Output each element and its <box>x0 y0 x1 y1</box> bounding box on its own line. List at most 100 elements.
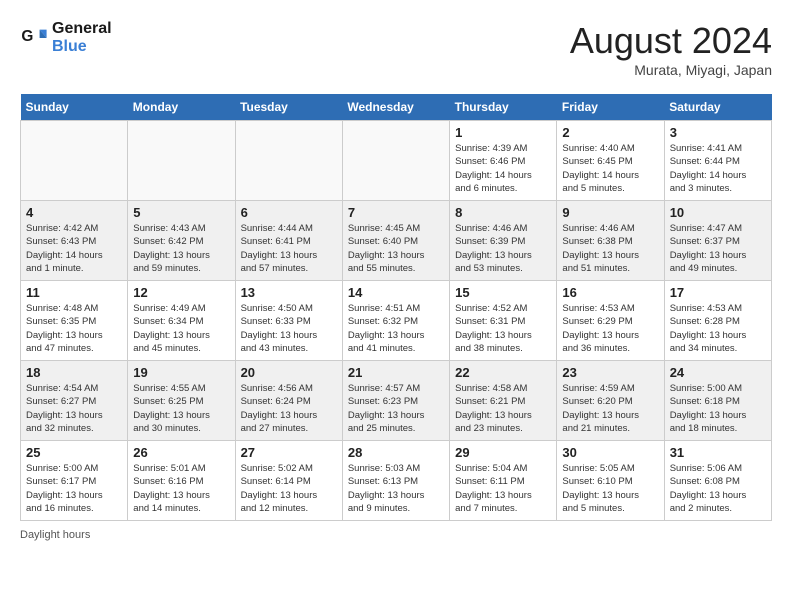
day-number: 26 <box>133 445 229 460</box>
day-number: 29 <box>455 445 551 460</box>
day-number: 16 <box>562 285 658 300</box>
calendar-cell: 31 Sunrise: 5:06 AM Sunset: 6:08 PM Dayli… <box>664 441 771 521</box>
calendar-cell: 6 Sunrise: 4:44 AM Sunset: 6:41 PM Daylig… <box>235 201 342 281</box>
day-number: 1 <box>455 125 551 140</box>
location-title: Murata, Miyagi, Japan <box>570 62 772 78</box>
day-info: Sunrise: 4:59 AM Sunset: 6:20 PM Dayligh… <box>562 382 658 435</box>
calendar-cell <box>235 121 342 201</box>
day-info: Sunrise: 5:00 AM Sunset: 6:17 PM Dayligh… <box>26 462 122 515</box>
day-number: 19 <box>133 365 229 380</box>
day-info: Sunrise: 4:44 AM Sunset: 6:41 PM Dayligh… <box>241 222 337 275</box>
day-info: Sunrise: 4:49 AM Sunset: 6:34 PM Dayligh… <box>133 302 229 355</box>
calendar-cell <box>342 121 449 201</box>
svg-text:G: G <box>21 28 33 45</box>
daylight-label: Daylight hours <box>20 529 90 541</box>
day-number: 8 <box>455 205 551 220</box>
calendar-week-2: 4 Sunrise: 4:42 AM Sunset: 6:43 PM Daylig… <box>21 201 772 281</box>
calendar-cell: 14 Sunrise: 4:51 AM Sunset: 6:32 PM Dayli… <box>342 281 449 361</box>
calendar-week-4: 18 Sunrise: 4:54 AM Sunset: 6:27 PM Dayli… <box>21 361 772 441</box>
day-number: 7 <box>348 205 444 220</box>
col-saturday: Saturday <box>664 94 771 121</box>
day-info: Sunrise: 5:04 AM Sunset: 6:11 PM Dayligh… <box>455 462 551 515</box>
day-number: 12 <box>133 285 229 300</box>
calendar-week-1: 1 Sunrise: 4:39 AM Sunset: 6:46 PM Daylig… <box>21 121 772 201</box>
logo: G General Blue <box>20 20 112 57</box>
day-number: 6 <box>241 205 337 220</box>
day-number: 9 <box>562 205 658 220</box>
month-title: August 2024 <box>570 20 772 62</box>
day-info: Sunrise: 4:46 AM Sunset: 6:38 PM Dayligh… <box>562 222 658 275</box>
calendar-cell: 26 Sunrise: 5:01 AM Sunset: 6:16 PM Dayli… <box>128 441 235 521</box>
day-number: 25 <box>26 445 122 460</box>
col-thursday: Thursday <box>450 94 557 121</box>
calendar-cell: 29 Sunrise: 5:04 AM Sunset: 6:11 PM Dayli… <box>450 441 557 521</box>
day-info: Sunrise: 4:53 AM Sunset: 6:29 PM Dayligh… <box>562 302 658 355</box>
calendar-cell: 13 Sunrise: 4:50 AM Sunset: 6:33 PM Dayli… <box>235 281 342 361</box>
day-info: Sunrise: 4:40 AM Sunset: 6:45 PM Dayligh… <box>562 142 658 195</box>
title-block: August 2024 Murata, Miyagi, Japan <box>570 20 772 78</box>
day-info: Sunrise: 4:55 AM Sunset: 6:25 PM Dayligh… <box>133 382 229 435</box>
day-number: 22 <box>455 365 551 380</box>
day-number: 17 <box>670 285 766 300</box>
day-info: Sunrise: 4:48 AM Sunset: 6:35 PM Dayligh… <box>26 302 122 355</box>
day-number: 23 <box>562 365 658 380</box>
day-number: 11 <box>26 285 122 300</box>
col-tuesday: Tuesday <box>235 94 342 121</box>
calendar-cell: 12 Sunrise: 4:49 AM Sunset: 6:34 PM Dayli… <box>128 281 235 361</box>
day-number: 18 <box>26 365 122 380</box>
calendar-cell: 2 Sunrise: 4:40 AM Sunset: 6:45 PM Daylig… <box>557 121 664 201</box>
day-number: 15 <box>455 285 551 300</box>
calendar-cell: 15 Sunrise: 4:52 AM Sunset: 6:31 PM Dayli… <box>450 281 557 361</box>
calendar-cell: 16 Sunrise: 4:53 AM Sunset: 6:29 PM Dayli… <box>557 281 664 361</box>
day-number: 2 <box>562 125 658 140</box>
day-number: 5 <box>133 205 229 220</box>
day-number: 30 <box>562 445 658 460</box>
day-info: Sunrise: 4:43 AM Sunset: 6:42 PM Dayligh… <box>133 222 229 275</box>
day-info: Sunrise: 4:50 AM Sunset: 6:33 PM Dayligh… <box>241 302 337 355</box>
day-number: 21 <box>348 365 444 380</box>
calendar-cell: 23 Sunrise: 4:59 AM Sunset: 6:20 PM Dayli… <box>557 361 664 441</box>
calendar-cell: 22 Sunrise: 4:58 AM Sunset: 6:21 PM Dayli… <box>450 361 557 441</box>
day-info: Sunrise: 4:51 AM Sunset: 6:32 PM Dayligh… <box>348 302 444 355</box>
calendar-cell: 28Sunrise: 5:03 AM Sunset: 6:13 PM Dayli… <box>342 441 449 521</box>
day-info: Sunrise: 5:00 AM Sunset: 6:18 PM Dayligh… <box>670 382 766 435</box>
day-info: Sunrise: 5:05 AM Sunset: 6:10 PM Dayligh… <box>562 462 658 515</box>
day-info: Sunrise: 4:41 AM Sunset: 6:44 PM Dayligh… <box>670 142 766 195</box>
day-number: 4 <box>26 205 122 220</box>
footer: Daylight hours <box>20 529 772 541</box>
calendar-cell: 27Sunrise: 5:02 AM Sunset: 6:14 PM Dayli… <box>235 441 342 521</box>
day-info: Sunrise: 4:58 AM Sunset: 6:21 PM Dayligh… <box>455 382 551 435</box>
day-info: Sunrise: 4:53 AM Sunset: 6:28 PM Dayligh… <box>670 302 766 355</box>
day-number: 10 <box>670 205 766 220</box>
calendar-week-5: 25 Sunrise: 5:00 AM Sunset: 6:17 PM Dayli… <box>21 441 772 521</box>
calendar-table: Sunday Monday Tuesday Wednesday Thursday… <box>20 94 772 521</box>
calendar-cell <box>21 121 128 201</box>
calendar-cell: 1 Sunrise: 4:39 AM Sunset: 6:46 PM Daylig… <box>450 121 557 201</box>
calendar-cell: 5 Sunrise: 4:43 AM Sunset: 6:42 PM Daylig… <box>128 201 235 281</box>
calendar-cell: 3Sunrise: 4:41 AM Sunset: 6:44 PM Daylig… <box>664 121 771 201</box>
day-info: Sunrise: 4:52 AM Sunset: 6:31 PM Dayligh… <box>455 302 551 355</box>
calendar-header-row: Sunday Monday Tuesday Wednesday Thursday… <box>21 94 772 121</box>
calendar-cell: 20Sunrise: 4:56 AM Sunset: 6:24 PM Dayli… <box>235 361 342 441</box>
day-number: 14 <box>348 285 444 300</box>
day-info: Sunrise: 5:01 AM Sunset: 6:16 PM Dayligh… <box>133 462 229 515</box>
day-info: Sunrise: 5:06 AM Sunset: 6:08 PM Dayligh… <box>670 462 766 515</box>
col-monday: Monday <box>128 94 235 121</box>
calendar-cell <box>128 121 235 201</box>
day-info: Sunrise: 4:39 AM Sunset: 6:46 PM Dayligh… <box>455 142 551 195</box>
logo-text: General Blue <box>52 20 112 57</box>
col-sunday: Sunday <box>21 94 128 121</box>
calendar-week-3: 11 Sunrise: 4:48 AM Sunset: 6:35 PM Dayli… <box>21 281 772 361</box>
day-info: Sunrise: 4:54 AM Sunset: 6:27 PM Dayligh… <box>26 382 122 435</box>
day-number: 13 <box>241 285 337 300</box>
day-info: Sunrise: 4:47 AM Sunset: 6:37 PM Dayligh… <box>670 222 766 275</box>
day-info: Sunrise: 4:46 AM Sunset: 6:39 PM Dayligh… <box>455 222 551 275</box>
day-info: Sunrise: 5:03 AM Sunset: 6:13 PM Dayligh… <box>348 462 444 515</box>
day-info: Sunrise: 4:57 AM Sunset: 6:23 PM Dayligh… <box>348 382 444 435</box>
calendar-cell: 10 Sunrise: 4:47 AM Sunset: 6:37 PM Dayli… <box>664 201 771 281</box>
day-number: 24 <box>670 365 766 380</box>
day-number: 31 <box>670 445 766 460</box>
calendar-cell: 19 Sunrise: 4:55 AM Sunset: 6:25 PM Dayli… <box>128 361 235 441</box>
day-info: Sunrise: 4:42 AM Sunset: 6:43 PM Dayligh… <box>26 222 122 275</box>
calendar-cell: 8 Sunrise: 4:46 AM Sunset: 6:39 PM Daylig… <box>450 201 557 281</box>
